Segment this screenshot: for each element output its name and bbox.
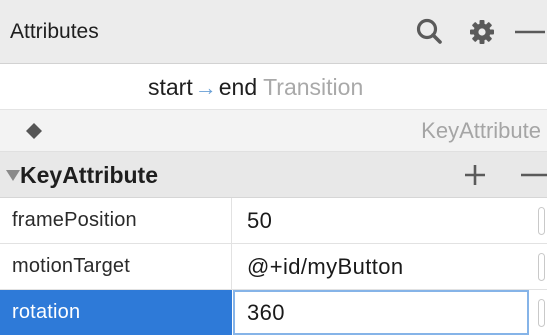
keyattribute-selector-row[interactable]: KeyAttribute: [0, 110, 547, 152]
attribute-name: motionTarget: [0, 244, 232, 289]
attribute-row-motiontarget[interactable]: motionTarget @+id/myButton: [0, 244, 547, 290]
transition-start: start: [148, 74, 193, 100]
transition-type-label: Transition: [263, 74, 364, 100]
keyattribute-selector-label: KeyAttribute: [421, 118, 541, 143]
minus-icon[interactable]: [517, 162, 547, 188]
transition-row: start→end Transition: [0, 64, 547, 110]
attribute-value-field[interactable]: @+id/myButton: [233, 244, 529, 289]
transition-arrow-icon: →: [194, 75, 217, 100]
transition-label-group: start→end Transition: [148, 64, 363, 110]
search-icon[interactable]: [412, 14, 448, 50]
attributes-panel: Attributes start→end Transition KeyAttri…: [0, 0, 547, 335]
gear-icon[interactable]: [464, 14, 500, 50]
attribute-scroll-handle[interactable]: [538, 207, 545, 235]
attribute-name: framePosition: [0, 198, 232, 243]
attribute-scroll-handle[interactable]: [538, 253, 545, 281]
panel-title: Attributes: [10, 20, 99, 43]
transition-end: end: [218, 74, 258, 100]
attribute-name: rotation: [0, 290, 232, 335]
panel-header: Attributes: [0, 0, 547, 64]
minus-icon[interactable]: [509, 14, 545, 50]
attribute-value-field[interactable]: 50: [233, 198, 529, 243]
keyattribute-section-header[interactable]: KeyAttribute: [0, 152, 547, 198]
attribute-scroll-handle[interactable]: [538, 299, 545, 327]
attribute-value-field[interactable]: 360: [233, 290, 529, 335]
diamond-icon: [26, 123, 42, 139]
plus-icon[interactable]: [462, 162, 488, 188]
section-title: KeyAttribute: [20, 162, 159, 188]
expand-triangle-icon[interactable]: [6, 168, 20, 182]
attribute-table: framePosition 50 motionTarget @+id/myBut…: [0, 198, 547, 335]
attribute-row-frameposition[interactable]: framePosition 50: [0, 198, 547, 244]
attribute-row-rotation[interactable]: rotation 360: [0, 290, 547, 335]
